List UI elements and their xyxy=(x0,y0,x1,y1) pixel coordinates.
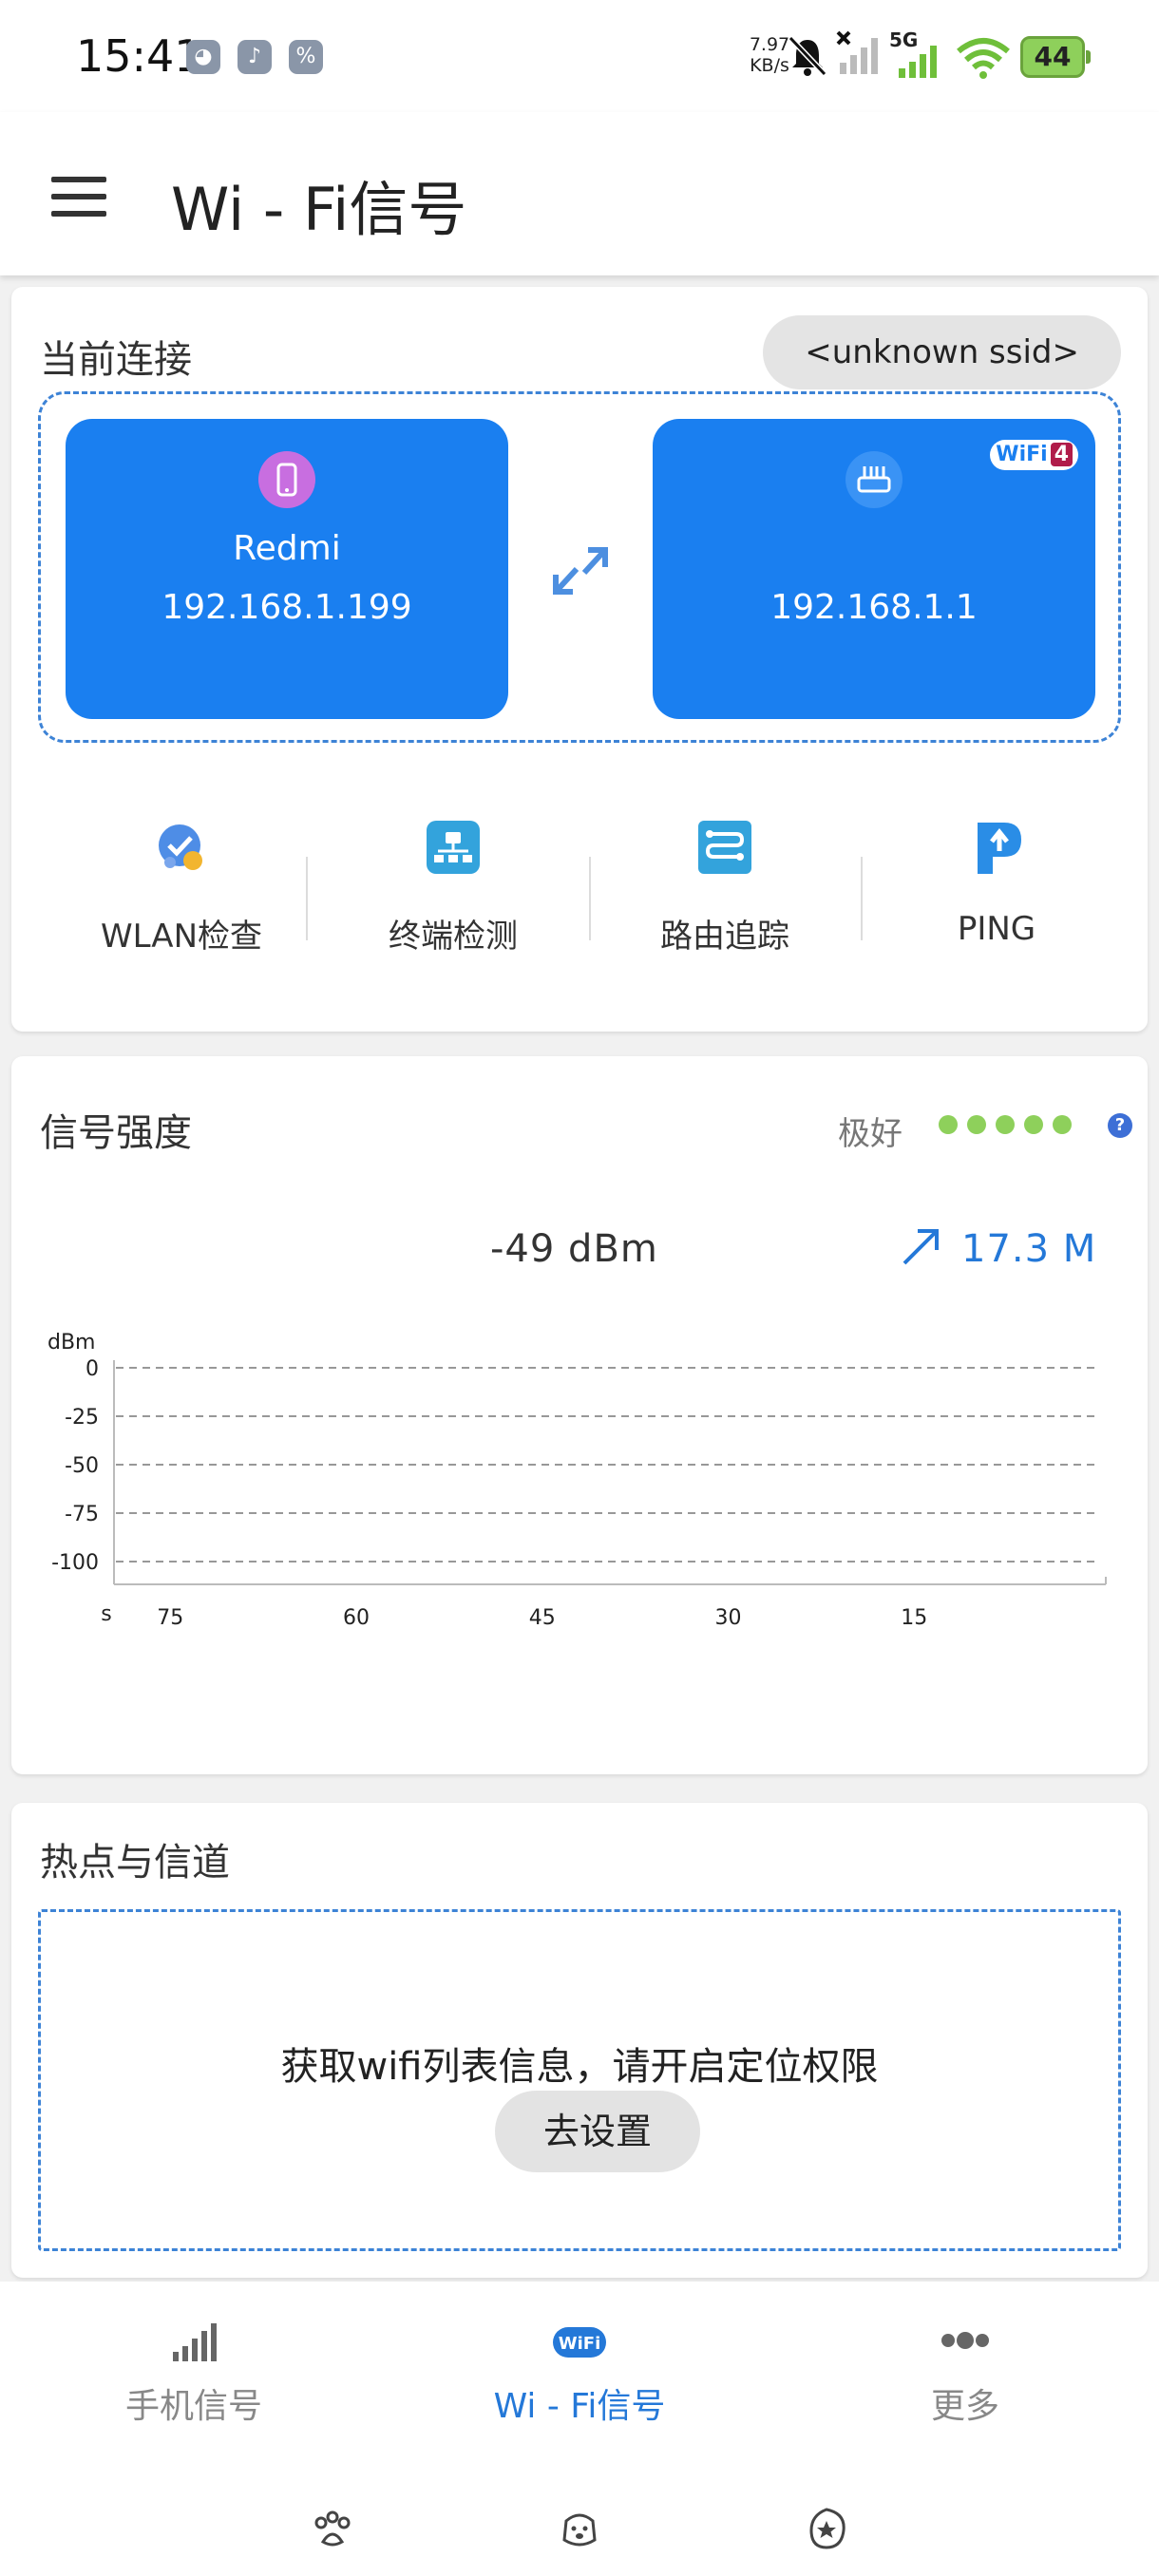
x-tick-label: 15 xyxy=(901,1606,927,1630)
tool-label: WLAN检查 xyxy=(100,918,263,956)
shield-check-icon xyxy=(159,824,202,870)
hotspot-title: 热点与信道 xyxy=(40,1841,230,1885)
wifi-badge-generation: 4 xyxy=(1050,443,1073,466)
bell-muted-icon xyxy=(788,35,827,77)
hotspot-card: 热点与信道 获取wifi列表信息，请开启定位权限 去设置 xyxy=(11,1803,1148,2278)
y-tick-label: -25 xyxy=(65,1406,99,1430)
ssid-pill[interactable]: <unknown ssid> xyxy=(763,315,1121,389)
permission-box: 获取wifi列表信息，请开启定位权限 去设置 xyxy=(38,1909,1121,2251)
nav-label: Wi - Fi信号 xyxy=(493,2387,666,2426)
connection-diagram: Redmi 192.168.1.199 WiFi 4 192.168.1.1 xyxy=(38,391,1121,743)
wifi-icon: WiFi xyxy=(553,2327,606,2358)
nav-label: 手机信号 xyxy=(124,2387,262,2426)
tool-label: PING xyxy=(957,910,1036,948)
status-bar: 15:41 ◕ ♪ % 7.97 KB/s 5G 44 xyxy=(0,0,1159,112)
dog-face-icon[interactable] xyxy=(557,2506,602,2551)
nav-wifi-signal[interactable]: WiFi Wi - Fi信号 xyxy=(437,2310,722,2426)
x-axis-label: s xyxy=(101,1602,111,1626)
x-tick-label: 45 xyxy=(529,1606,556,1630)
bottom-nav: 手机信号 WiFi Wi - Fi信号 更多 xyxy=(0,2282,1159,2576)
signal-dbm-value: -49 dBm xyxy=(490,1227,658,1271)
quality-dot xyxy=(1024,1115,1043,1134)
tool-label: 终端检测 xyxy=(389,918,518,956)
status-time: 15:41 xyxy=(76,30,202,82)
x-tick-label: 60 xyxy=(343,1606,370,1630)
go-settings-button[interactable]: 去设置 xyxy=(495,2091,700,2172)
nav-more[interactable]: 更多 xyxy=(823,2310,1108,2426)
paw-icon[interactable] xyxy=(310,2506,355,2551)
router-ip: 192.168.1.1 xyxy=(770,588,978,627)
phone-icon xyxy=(258,451,315,508)
y-tick-label: 0 xyxy=(86,1357,99,1381)
notification-app-icon-2: % xyxy=(289,40,323,74)
more-dots-icon xyxy=(941,2332,989,2349)
signal-5g-icon xyxy=(899,46,937,78)
divider xyxy=(306,857,308,940)
wifi-badge-text: WiFi xyxy=(996,443,1048,466)
signal-title: 信号强度 xyxy=(40,1111,192,1155)
x-tick-label: 75 xyxy=(157,1606,183,1630)
connection-title: 当前连接 xyxy=(40,338,192,382)
tool-label: 路由追踪 xyxy=(660,918,789,956)
y-axis-label: dBm xyxy=(48,1331,96,1354)
tool-route-trace[interactable]: 路由追踪 xyxy=(589,819,861,971)
terminal-detect-icon xyxy=(427,821,480,874)
quality-dot xyxy=(967,1115,986,1134)
device-node[interactable]: Redmi 192.168.1.199 xyxy=(66,419,508,719)
svg-text:WiFi: WiFi xyxy=(559,2334,601,2354)
tiktok-icon: ♪ xyxy=(238,40,272,74)
app-bar: Wi - Fi信号 xyxy=(0,112,1159,275)
y-tick-label: -50 xyxy=(65,1454,99,1478)
signal-no-service-icon xyxy=(836,30,878,74)
exchange-arrows-icon xyxy=(553,547,608,595)
star-badge-icon[interactable] xyxy=(804,2506,849,2551)
quality-dot xyxy=(939,1115,958,1134)
signal-bars-icon xyxy=(173,2323,217,2361)
link-speed-value: 17.3 M xyxy=(961,1227,1097,1271)
route-trace-icon xyxy=(698,821,751,874)
page-title: Wi - Fi信号 xyxy=(171,175,467,244)
signal-quality-label: 极好 xyxy=(838,1115,902,1153)
y-tick-label: -75 xyxy=(65,1503,99,1526)
link-speed-arrow-icon xyxy=(902,1229,939,1265)
notification-app-icon: ◕ xyxy=(186,40,220,74)
wifi-generation-badge: WiFi 4 xyxy=(990,440,1078,470)
quality-dot xyxy=(1053,1115,1072,1134)
ping-icon xyxy=(978,823,1021,874)
tool-terminal-detect[interactable]: 终端检测 xyxy=(317,819,589,971)
wifi-status-icon xyxy=(957,38,1010,79)
menu-icon[interactable] xyxy=(51,177,106,217)
device-ip: 192.168.1.199 xyxy=(162,588,412,627)
x-tick-label: 30 xyxy=(715,1606,742,1630)
permission-hint: 获取wifi列表信息，请开启定位权限 xyxy=(280,2045,879,2089)
tool-ping[interactable]: PING xyxy=(861,819,1132,971)
router-node[interactable]: WiFi 4 192.168.1.1 xyxy=(653,419,1095,719)
signal-card: 信号强度 极好 ? -49 dBm 17.3 M dBm 0 -25 -50 -75 -1… xyxy=(11,1056,1148,1774)
y-tick-label: -100 xyxy=(51,1551,99,1575)
router-icon xyxy=(846,451,902,508)
nav-phone-signal[interactable]: 手机信号 xyxy=(51,2310,336,2426)
nav-label: 更多 xyxy=(930,2387,999,2426)
tool-wlan-check[interactable]: WLAN检查 xyxy=(46,819,317,971)
battery-indicator: 44 xyxy=(1020,36,1091,78)
device-name: Redmi xyxy=(233,529,341,568)
help-icon[interactable]: ? xyxy=(1108,1113,1132,1138)
signal-chart: dBm 0 -25 -50 -75 -100 s 75 60 45 30 15 xyxy=(48,1331,1107,1630)
connection-card: 当前连接 <unknown ssid> Redmi 192.168.1.199 … xyxy=(11,287,1148,1032)
quality-dot xyxy=(996,1115,1015,1134)
